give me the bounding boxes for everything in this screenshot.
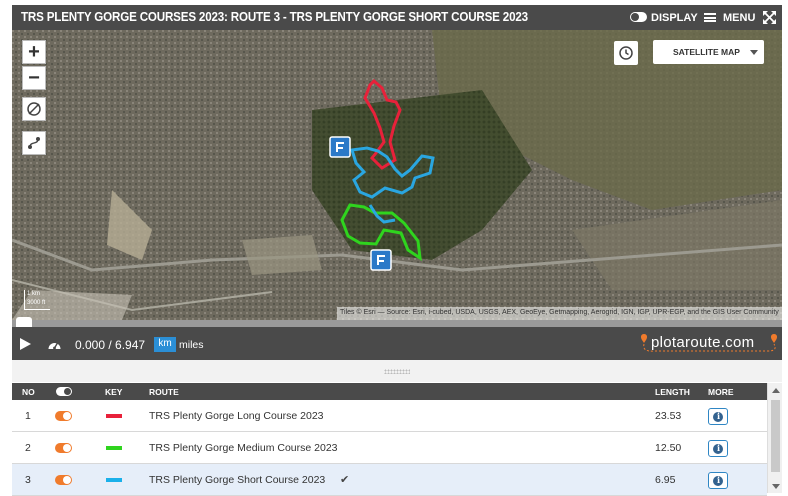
- table-row-selected[interactable]: 3 TRS Plenty Gorge Short Course 2023 ✔ 6…: [12, 464, 767, 496]
- zoom-in-button[interactable]: +: [22, 40, 46, 64]
- header-bar: TRS PLENTY GORGE COURSES 2023: ROUTE 3 -…: [12, 5, 782, 30]
- hamburger-icon[interactable]: [704, 13, 716, 22]
- route-length: 6.95: [655, 474, 676, 486]
- zoom-out-button[interactable]: −: [22, 66, 46, 90]
- map-imagery: [12, 30, 782, 320]
- row-no: 2: [25, 442, 31, 454]
- page-title: TRS PLENTY GORGE COURSES 2023: ROUTE 3 -…: [21, 10, 528, 24]
- finish-marker-icon[interactable]: [370, 249, 392, 271]
- info-icon: i: [717, 443, 721, 453]
- unit-miles-button[interactable]: miles: [179, 339, 204, 351]
- route-name[interactable]: TRS Plenty Gorge Medium Course 2023: [149, 442, 338, 454]
- route-icon: [28, 137, 40, 149]
- draw-tool-button[interactable]: [22, 97, 46, 121]
- visibility-toggle[interactable]: [55, 475, 72, 485]
- col-route: ROUTE: [149, 387, 179, 397]
- scroll-down-icon[interactable]: [772, 484, 780, 489]
- table-row[interactable]: 2 TRS Plenty Gorge Medium Course 2023 12…: [12, 432, 767, 464]
- fullscreen-icon[interactable]: [763, 11, 776, 24]
- route-name[interactable]: TRS Plenty Gorge Short Course 2023: [149, 474, 325, 486]
- play-icon[interactable]: [20, 338, 31, 350]
- scroll-thumb[interactable]: [771, 400, 780, 472]
- scale-km: 1 km: [27, 291, 41, 297]
- clock-icon: [619, 46, 633, 60]
- route-length: 12.50: [655, 442, 682, 454]
- col-length: LENGTH: [655, 387, 690, 397]
- info-icon: i: [717, 411, 721, 421]
- clock-button[interactable]: [614, 41, 638, 65]
- scale-ft: 3000 ft: [27, 300, 46, 306]
- col-more: MORE: [708, 387, 734, 397]
- menu-button[interactable]: MENU: [723, 12, 755, 24]
- display-button[interactable]: DISPLAY: [651, 12, 698, 24]
- map-scale: 1 km 3000 ft: [24, 290, 50, 310]
- scroll-up-icon[interactable]: [772, 388, 780, 393]
- plotaroute-logo[interactable]: plotaroute.com: [640, 332, 780, 354]
- route-color-key: [106, 446, 122, 450]
- progress-slider[interactable]: [12, 317, 782, 330]
- table-header: NO KEY ROUTE LENGTH MORE: [12, 383, 767, 400]
- map-attribution: Tiles © Esri — Source: Esri, i-cubed, US…: [337, 307, 782, 320]
- route-color-key: [106, 478, 122, 482]
- map-type-select[interactable]: SATELLITE MAP: [653, 40, 764, 64]
- no-route-icon: [27, 102, 41, 116]
- chevron-down-icon: [750, 50, 758, 55]
- info-button[interactable]: i: [708, 408, 728, 425]
- satellite-map[interactable]: + − SATELLITE MAP 1 km 3000 ft Tiles © E…: [12, 30, 782, 320]
- info-icon: i: [717, 475, 721, 485]
- col-no: NO: [22, 387, 35, 397]
- col-key: KEY: [105, 387, 123, 397]
- row-no: 3: [25, 474, 31, 486]
- route-length: 23.53: [655, 410, 682, 422]
- route-color-key: [106, 414, 122, 418]
- info-button[interactable]: i: [708, 440, 728, 457]
- visibility-toggle[interactable]: [55, 411, 72, 421]
- routes-table: NO KEY ROUTE LENGTH MORE 1 TRS Plenty Go…: [12, 383, 782, 496]
- resize-handle[interactable]: [12, 360, 782, 382]
- logo-text: plotaroute.com: [651, 334, 755, 351]
- route-tool-button[interactable]: [22, 131, 46, 155]
- playback-bar: 0.000 / 6.947 km miles plotaroute.com: [12, 327, 782, 360]
- route-viewer: TRS PLENTY GORGE COURSES 2023: ROUTE 3 -…: [12, 5, 782, 496]
- distance-readout: 0.000 / 6.947: [75, 338, 146, 352]
- row-no: 1: [25, 410, 31, 422]
- speed-gauge-icon[interactable]: [47, 338, 62, 350]
- route-name[interactable]: TRS Plenty Gorge Long Course 2023: [149, 410, 324, 422]
- check-icon: ✔: [340, 474, 350, 486]
- info-button[interactable]: i: [708, 472, 728, 489]
- table-row[interactable]: 1 TRS Plenty Gorge Long Course 2023 23.5…: [12, 400, 767, 432]
- start-marker-icon[interactable]: [329, 136, 351, 158]
- table-scrollbar[interactable]: [767, 383, 782, 493]
- visibility-toggle[interactable]: [55, 443, 72, 453]
- display-toggle-icon[interactable]: [630, 12, 647, 22]
- unit-km-button[interactable]: km: [154, 337, 176, 352]
- map-type-label: SATELLITE MAP: [673, 47, 740, 57]
- toggle-all-icon[interactable]: [56, 387, 72, 396]
